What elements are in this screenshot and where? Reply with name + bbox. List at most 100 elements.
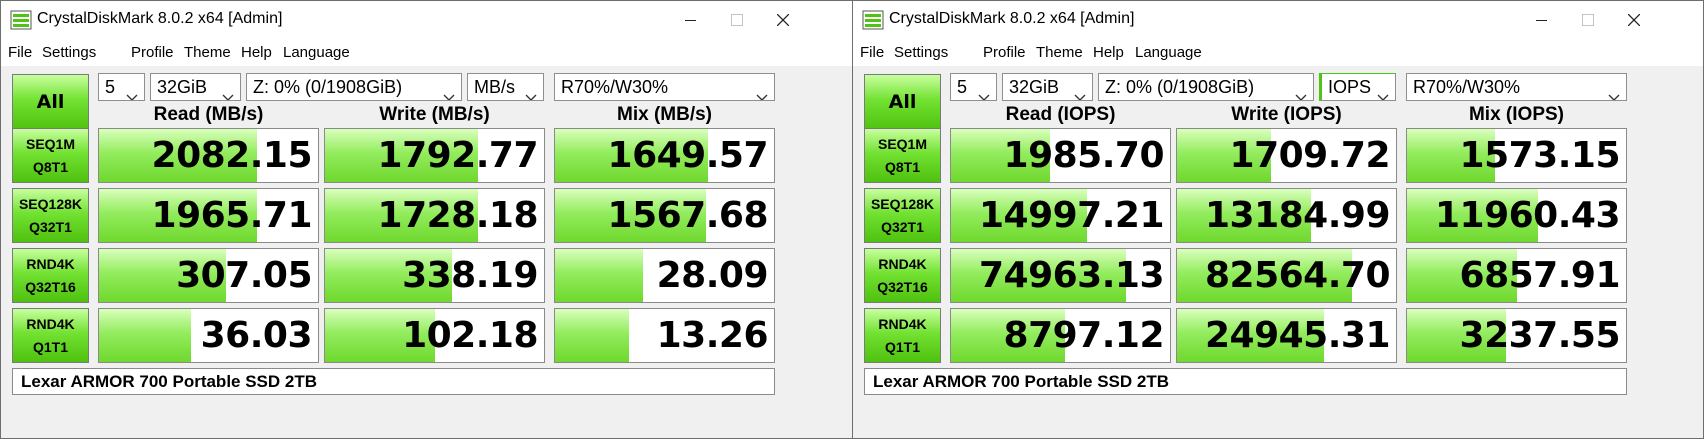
test-button-rnd4k-q1t1[interactable]: RND4K Q1T1 <box>864 308 941 363</box>
score-value: 24945.31 <box>1204 315 1391 356</box>
test-name: RND4K <box>26 316 75 332</box>
menu-help[interactable]: Help <box>1093 44 1124 61</box>
result-cell-read: 74963.13 <box>950 248 1171 303</box>
mix-ratio-select[interactable]: R70%/W30% <box>554 73 775 101</box>
window-title: CrystalDiskMark 8.0.2 x64 [Admin] <box>889 10 1135 27</box>
test-button-seq128k-q32t1[interactable]: SEQ128K Q32T1 <box>864 188 941 243</box>
test-button-rnd4k-q1t1[interactable]: RND4K Q1T1 <box>12 308 89 363</box>
score-value: 1709.72 <box>1229 135 1391 176</box>
menu-theme[interactable]: Theme <box>1036 44 1083 61</box>
drive-select[interactable]: Z: 0% (0/1908GiB) <box>246 73 462 101</box>
maximize-icon <box>731 14 743 26</box>
menu-settings[interactable]: Settings <box>894 44 948 61</box>
chevron-down-icon <box>1074 83 1086 100</box>
test-button-rnd4k-q32t16[interactable]: RND4K Q32T16 <box>12 248 89 303</box>
chevron-down-icon <box>525 83 537 100</box>
maximize-button[interactable] <box>1565 1 1611 39</box>
result-cell-write: 1792.77 <box>324 128 545 183</box>
size-select[interactable]: 32GiB <box>150 73 241 101</box>
minimize-button[interactable] <box>668 1 714 39</box>
benchmark-panel: All 5 32GiB Z: 0% (0/1908GiB) MB/s R70%/W30% R… <box>1 66 852 438</box>
count-select-value: 5 <box>105 77 116 97</box>
comment-text: Lexar ARMOR 700 Portable SSD 2TB <box>21 372 318 391</box>
test-name: RND4K <box>26 256 75 272</box>
column-header-write: Write (MB/s) <box>379 104 490 125</box>
score-bar <box>555 249 643 302</box>
mix-ratio-select[interactable]: R70%/W30% <box>1406 73 1627 101</box>
test-params: Q8T1 <box>884 159 920 175</box>
result-cell-write: 24945.31 <box>1176 308 1397 363</box>
menu-file[interactable]: File <box>8 44 32 61</box>
score-value: 1728.18 <box>377 195 539 236</box>
test-params: Q1T1 <box>884 339 920 355</box>
test-params: Q1T1 <box>32 339 68 355</box>
window-title: CrystalDiskMark 8.0.2 x64 [Admin] <box>37 10 283 27</box>
drive-select-value: Z: 0% (0/1908GiB) <box>1105 77 1255 97</box>
all-button[interactable]: All <box>864 74 941 131</box>
score-value: 2082.15 <box>151 135 313 176</box>
comment-field[interactable]: Lexar ARMOR 700 Portable SSD 2TB <box>864 368 1627 395</box>
menu-language[interactable]: Language <box>1135 44 1202 61</box>
all-button[interactable]: All <box>12 74 89 131</box>
chevron-down-icon <box>1608 83 1620 100</box>
result-cell-read: 1965.71 <box>98 188 319 243</box>
close-button[interactable] <box>1611 1 1657 39</box>
count-select[interactable]: 5 <box>98 73 145 101</box>
menu-profile[interactable]: Profile <box>983 44 1026 61</box>
size-select-value: 32GiB <box>1009 77 1060 97</box>
score-value: 307.05 <box>176 255 312 296</box>
result-cell-write: 1709.72 <box>1176 128 1397 183</box>
score-value: 3237.55 <box>1459 315 1621 356</box>
result-cell-read: 36.03 <box>98 308 319 363</box>
menu-file[interactable]: File <box>860 44 884 61</box>
menu-profile[interactable]: Profile <box>131 44 174 61</box>
test-button-seq1m-q8t1[interactable]: SEQ1M Q8T1 <box>12 128 89 183</box>
close-button[interactable] <box>760 1 806 39</box>
column-header-mix: Mix (MB/s) <box>617 104 712 125</box>
mix-ratio-select-value: R70%/W30% <box>561 77 669 97</box>
score-value: 6857.91 <box>1459 255 1621 296</box>
minimize-icon <box>1536 20 1547 21</box>
column-header-write: Write (IOPS) <box>1231 104 1342 125</box>
score-value: 8797.12 <box>1003 315 1165 356</box>
score-value: 36.03 <box>200 315 313 356</box>
result-cell-write: 338.19 <box>324 248 545 303</box>
result-cell-mix: 1649.57 <box>554 128 775 183</box>
chevron-down-icon <box>1377 83 1389 100</box>
test-name: SEQ1M <box>25 136 75 152</box>
crystaldiskmark-icon <box>10 10 32 30</box>
result-cell-write: 1728.18 <box>324 188 545 243</box>
count-select[interactable]: 5 <box>950 73 997 101</box>
unit-select[interactable]: MB/s <box>467 73 544 101</box>
test-button-rnd4k-q32t16[interactable]: RND4K Q32T16 <box>864 248 941 303</box>
chevron-down-icon <box>222 83 234 100</box>
title-bar[interactable]: CrystalDiskMark 8.0.2 x64 [Admin] <box>853 1 1703 39</box>
result-cell-mix: 1573.15 <box>1406 128 1627 183</box>
score-value: 1573.15 <box>1459 135 1621 176</box>
comment-field[interactable]: Lexar ARMOR 700 Portable SSD 2TB <box>12 368 775 395</box>
menu-theme[interactable]: Theme <box>184 44 231 61</box>
maximize-button[interactable] <box>714 1 760 39</box>
menu-bar: File Settings Profile Theme Help Language <box>853 39 1703 66</box>
unit-select[interactable]: IOPS <box>1319 73 1396 101</box>
close-icon <box>777 14 789 26</box>
size-select-value: 32GiB <box>157 77 208 97</box>
score-value: 14997.21 <box>978 195 1165 236</box>
test-button-seq1m-q8t1[interactable]: SEQ1M Q8T1 <box>864 128 941 183</box>
menu-settings[interactable]: Settings <box>42 44 96 61</box>
menu-language[interactable]: Language <box>283 44 350 61</box>
score-value: 13.26 <box>656 315 769 356</box>
title-bar[interactable]: CrystalDiskMark 8.0.2 x64 [Admin] <box>1 1 852 39</box>
size-select[interactable]: 32GiB <box>1002 73 1093 101</box>
chevron-down-icon <box>1295 83 1307 100</box>
result-cell-mix: 6857.91 <box>1406 248 1627 303</box>
score-bar <box>99 309 191 362</box>
score-value: 1649.57 <box>607 135 769 176</box>
menu-help[interactable]: Help <box>241 44 272 61</box>
score-value: 1567.68 <box>607 195 769 236</box>
score-value: 11960.43 <box>1434 195 1621 236</box>
minimize-button[interactable] <box>1519 1 1565 39</box>
drive-select[interactable]: Z: 0% (0/1908GiB) <box>1098 73 1314 101</box>
score-value: 28.09 <box>656 255 769 296</box>
test-button-seq128k-q32t1[interactable]: SEQ128K Q32T1 <box>12 188 89 243</box>
